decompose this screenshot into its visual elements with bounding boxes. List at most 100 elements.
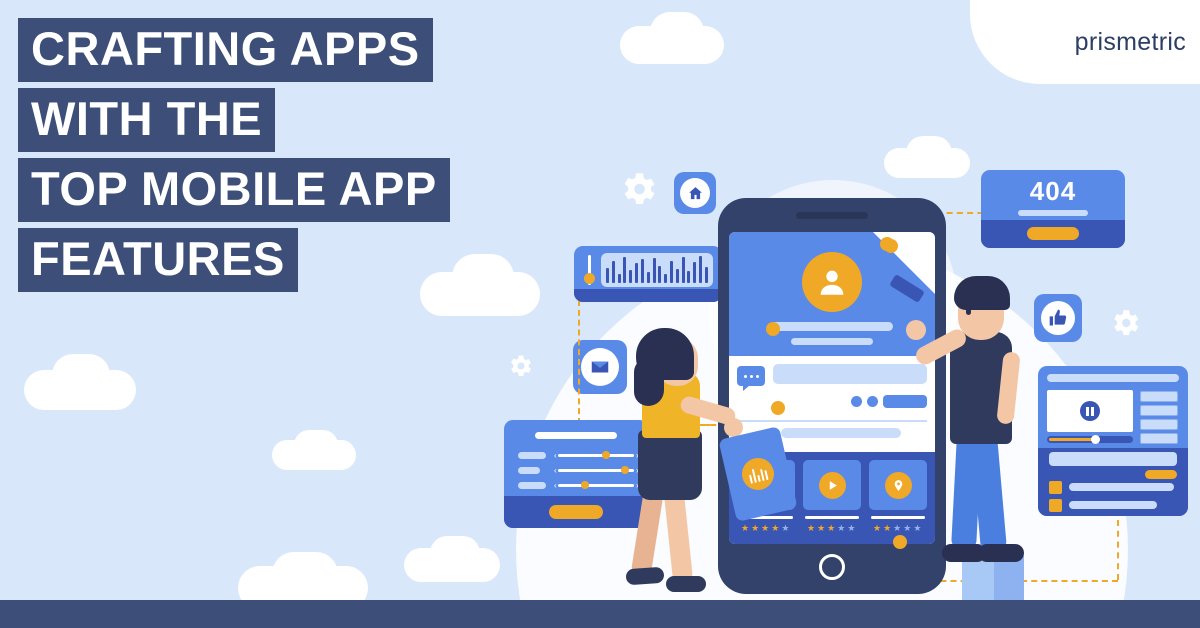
woman-eye bbox=[684, 358, 689, 365]
settings-slider-label bbox=[518, 482, 546, 489]
app-rating-stars: ★ ★ ★ ★ ★ bbox=[873, 523, 922, 533]
man-raised-hand bbox=[906, 320, 926, 340]
equalizer-bar bbox=[629, 270, 633, 283]
settings-slider-label bbox=[518, 452, 546, 459]
error-code-label: 404 bbox=[1029, 176, 1077, 206]
brand-logo[interactable]: prismetric bbox=[970, 0, 1200, 84]
settings-card-title-bar bbox=[535, 432, 617, 439]
paint-roller-icon bbox=[880, 273, 928, 320]
gear-icon bbox=[1108, 306, 1142, 345]
playlist-item[interactable] bbox=[1140, 405, 1178, 416]
headline: CRAFTING APPS WITH THE TOP MOBILE APP FE… bbox=[18, 18, 450, 292]
settings-slider-knob[interactable] bbox=[602, 451, 610, 459]
equalizer-bar bbox=[699, 256, 702, 283]
man-hair bbox=[954, 276, 1010, 310]
woman-front-shoe bbox=[666, 576, 706, 592]
home-icon bbox=[680, 178, 710, 208]
connector-node bbox=[766, 322, 780, 336]
man-eye bbox=[966, 308, 971, 315]
equalizer-bar bbox=[664, 274, 668, 283]
bottom-bar bbox=[0, 600, 1200, 628]
playlist-item[interactable] bbox=[1140, 391, 1178, 402]
cloud-decoration bbox=[650, 12, 704, 52]
connector-node bbox=[880, 237, 894, 251]
headline-line: CRAFTING APPS bbox=[18, 18, 433, 82]
cloud-decoration bbox=[430, 536, 480, 570]
cloud-decoration bbox=[452, 254, 514, 300]
equalizer-bar bbox=[606, 268, 609, 283]
promo-banner: 404 ‹ › ‹ › ‹ › bbox=[0, 0, 1200, 628]
mail-icon bbox=[581, 348, 619, 386]
reaction-dot bbox=[851, 396, 862, 407]
headline-line: TOP MOBILE APP bbox=[18, 157, 450, 222]
equalizer-bar bbox=[617, 274, 621, 283]
chevron-left-icon[interactable]: ‹ bbox=[554, 452, 557, 460]
cloud-decoration bbox=[906, 136, 952, 170]
connector-node bbox=[771, 401, 785, 415]
home-icon-tile[interactable] bbox=[674, 172, 716, 214]
error-card-action-button[interactable] bbox=[1027, 227, 1079, 240]
equalizer-bar bbox=[652, 258, 656, 283]
equalizer-card-footer bbox=[574, 289, 722, 302]
equalizer-bar bbox=[681, 257, 685, 283]
phone-home-button[interactable] bbox=[819, 554, 845, 580]
equalizer-bar bbox=[640, 259, 644, 283]
video-subscribe-button[interactable] bbox=[1145, 470, 1177, 479]
settings-slider-label bbox=[518, 467, 540, 474]
gear-icon bbox=[617, 168, 659, 215]
equalizer-bar bbox=[635, 263, 639, 283]
play-icon bbox=[818, 471, 846, 499]
profile-name-bar bbox=[771, 322, 893, 331]
equalizer-bar bbox=[675, 269, 679, 283]
gear-icon bbox=[506, 352, 534, 385]
equalizer-card[interactable] bbox=[574, 246, 722, 302]
message-text-bar bbox=[773, 364, 927, 384]
feed-item-bar bbox=[781, 428, 901, 438]
equalizer-bars bbox=[601, 253, 713, 287]
cloud-decoration bbox=[272, 552, 338, 596]
app-tile[interactable] bbox=[869, 460, 927, 510]
equalizer-bar bbox=[623, 257, 627, 283]
equalizer-bar bbox=[693, 262, 697, 283]
app-tile-label-bar bbox=[805, 516, 859, 519]
app-tile-label-bar bbox=[871, 516, 925, 519]
pause-icon[interactable] bbox=[1080, 401, 1100, 421]
equalizer-bar bbox=[687, 271, 691, 283]
equalizer-bar bbox=[669, 261, 673, 283]
error-card-subtitle-bar bbox=[1018, 210, 1088, 216]
brand-logo-text: prismetric bbox=[1074, 27, 1186, 56]
playlist-item[interactable] bbox=[1140, 419, 1178, 430]
connector-line bbox=[1117, 520, 1119, 580]
equalizer-bar bbox=[646, 272, 650, 283]
cloud-decoration bbox=[52, 354, 110, 396]
woman-skirt bbox=[638, 430, 702, 500]
cloud-decoration bbox=[294, 430, 338, 460]
settings-slider-knob[interactable] bbox=[581, 481, 589, 489]
equalizer-slider-knob[interactable] bbox=[584, 273, 595, 284]
app-tile[interactable] bbox=[803, 460, 861, 510]
playlist-item[interactable] bbox=[1140, 433, 1178, 444]
equalizer-bar bbox=[611, 261, 615, 283]
headline-line: FEATURES bbox=[18, 227, 298, 292]
equalizer-bar bbox=[658, 266, 662, 283]
comment-text-bar bbox=[1069, 501, 1157, 509]
phone-speaker bbox=[796, 212, 868, 219]
connector-line bbox=[578, 300, 580, 424]
man-front-shoe bbox=[978, 544, 1024, 562]
profile-subtitle-bar bbox=[791, 338, 873, 345]
chevron-left-icon[interactable]: ‹ bbox=[554, 467, 557, 475]
video-progress-knob[interactable] bbox=[1091, 435, 1100, 444]
comment-text-bar bbox=[1069, 483, 1174, 491]
app-rating-stars: ★ ★ ★ ★ ★ bbox=[807, 523, 856, 533]
equalizer-bar bbox=[704, 267, 708, 283]
woman-hair-back bbox=[634, 358, 664, 406]
pin-icon bbox=[884, 471, 912, 499]
error-404-card[interactable]: 404 bbox=[981, 170, 1125, 248]
settings-apply-button[interactable] bbox=[549, 505, 603, 519]
connector-node bbox=[893, 535, 907, 549]
user-avatar-icon bbox=[802, 252, 862, 312]
woman-back-shoe bbox=[625, 566, 665, 586]
chart-icon bbox=[738, 454, 778, 494]
man-with-paint-roller bbox=[906, 272, 1078, 572]
chevron-left-icon[interactable]: ‹ bbox=[554, 482, 557, 490]
